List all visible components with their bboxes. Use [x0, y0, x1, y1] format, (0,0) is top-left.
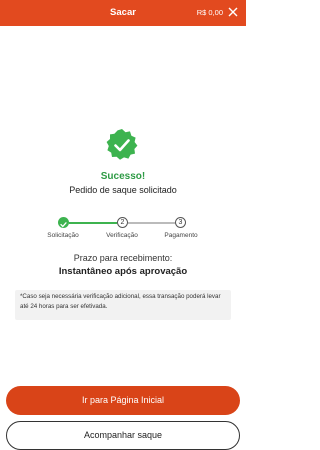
success-title: Sucesso! — [100, 171, 146, 182]
step-1-check-icon — [58, 217, 69, 228]
step-connector-2 — [128, 222, 175, 224]
success-subtitle: Pedido de saque solicitado — [69, 185, 177, 195]
step-1-label: Solicitação — [47, 232, 79, 239]
deadline-label: Prazo para recebimento: — [73, 253, 173, 263]
balance-display: R$ 0,00 — [196, 8, 223, 17]
track-withdrawal-button[interactable]: Acompanhar saque — [6, 421, 240, 450]
deadline-value: Instantâneo após aprovação — [58, 266, 188, 277]
step-2-number: 2 — [117, 217, 128, 228]
go-home-button[interactable]: Ir para Página Inicial — [6, 386, 240, 415]
step-3-label: Pagamento — [164, 232, 198, 239]
verification-note: *Caso seja necessária verificação adicio… — [15, 290, 231, 320]
step-3-number: 3 — [175, 217, 186, 228]
step-2-label: Verificação — [106, 232, 138, 239]
step-connector-1 — [69, 222, 117, 224]
close-icon[interactable] — [227, 6, 239, 18]
app-header: Sacar R$ 0,00 — [0, 0, 246, 26]
check-badge-icon — [106, 129, 138, 160]
progress-steps: 2 3 Solicitação Verificação Pagamento — [0, 212, 246, 248]
